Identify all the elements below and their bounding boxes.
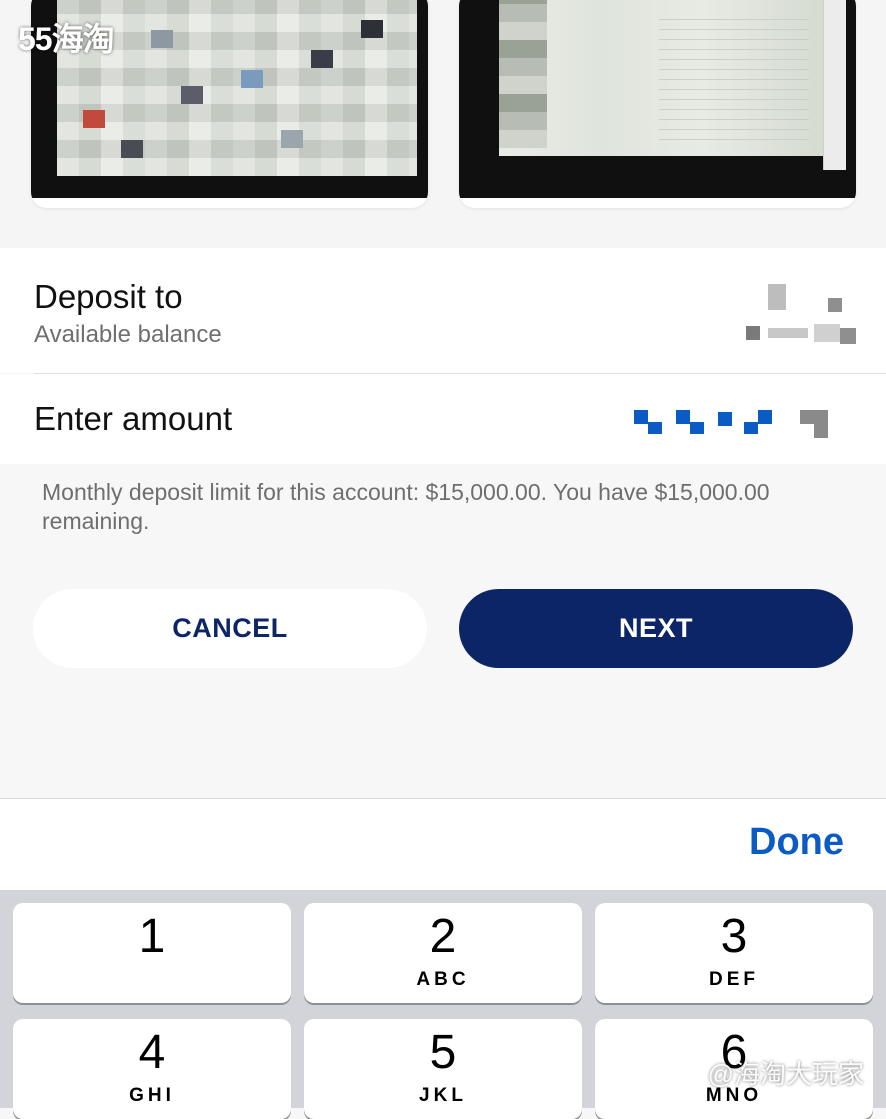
available-balance-label: Available balance <box>34 321 222 348</box>
key-digit: 3 <box>720 910 748 963</box>
key-digit: 2 <box>429 910 457 963</box>
check-images-area: 55海淘 <box>0 0 886 248</box>
key-letters: ABC <box>416 969 470 990</box>
key-3[interactable]: 3 DEF <box>595 903 873 1003</box>
key-letters: GHI <box>129 1085 175 1106</box>
key-5[interactable]: 5 JKL <box>304 1019 582 1119</box>
watermark-logo: 55海淘 <box>18 21 115 57</box>
enter-amount-label: Enter amount <box>34 400 233 437</box>
cancel-button[interactable]: CANCEL <box>33 589 427 668</box>
done-button[interactable]: Done <box>749 821 844 864</box>
enter-amount-row[interactable]: Enter amount <box>0 374 886 464</box>
keyboard-toolbar: Done <box>0 798 886 891</box>
check-back-image <box>459 0 856 198</box>
next-button[interactable]: NEXT <box>459 589 853 668</box>
deposit-to-row[interactable]: Deposit to Available balance <box>0 248 886 373</box>
key-1[interactable]: 1 <box>13 903 291 1003</box>
deposit-limit-message: Monthly deposit limit for this account: … <box>42 479 770 534</box>
key-digit: 5 <box>429 1026 457 1079</box>
key-4[interactable]: 4 GHI <box>13 1019 291 1119</box>
key-letters: DEF <box>709 969 759 990</box>
check-back-card[interactable] <box>459 0 856 208</box>
masked-amount-value <box>634 410 834 440</box>
deposit-to-label: Deposit to <box>34 278 183 315</box>
key-letters: JKL <box>419 1085 467 1106</box>
key-digit: 4 <box>138 1026 166 1079</box>
key-digit: 1 <box>138 910 166 963</box>
masked-account-info <box>740 284 860 354</box>
watermark-credit: @海淘大玩家 <box>707 1059 864 1089</box>
key-2[interactable]: 2 ABC <box>304 903 582 1003</box>
